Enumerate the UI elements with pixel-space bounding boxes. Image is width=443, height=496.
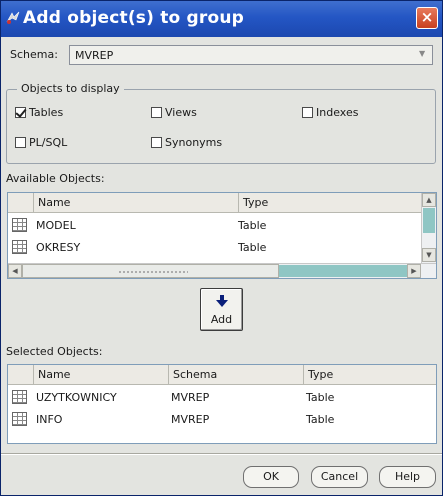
scroll-thumb[interactable] bbox=[423, 208, 435, 233]
divider-highlight bbox=[1, 454, 442, 455]
icon-column-header bbox=[8, 193, 34, 213]
help-button[interactable]: Help bbox=[379, 466, 436, 488]
row-name: INFO bbox=[36, 413, 63, 426]
checkbox-unchecked bbox=[15, 137, 26, 148]
column-header-type[interactable]: Type bbox=[304, 365, 436, 385]
scroll-track[interactable] bbox=[279, 265, 407, 277]
available-objects-table: Name Type MODEL Table OKRESY Table ▲ ▼ ◀… bbox=[7, 192, 437, 279]
schema-select[interactable]: MVREP ▼ bbox=[69, 45, 433, 65]
icon-column-header bbox=[8, 365, 34, 385]
indexes-checkbox[interactable]: Indexes bbox=[302, 106, 358, 119]
scroll-corner bbox=[421, 264, 435, 278]
cancel-button[interactable]: Cancel bbox=[311, 466, 368, 488]
add-button[interactable]: Add bbox=[200, 288, 243, 331]
objects-to-display-legend: Objects to display bbox=[17, 82, 124, 95]
arrow-down-icon bbox=[216, 295, 228, 307]
checkbox-label: Indexes bbox=[316, 106, 359, 119]
checkbox-unchecked bbox=[302, 107, 313, 118]
synonyms-checkbox[interactable]: Synonyms bbox=[151, 136, 222, 149]
column-header-name[interactable]: Name bbox=[34, 365, 169, 385]
vertical-scrollbar[interactable]: ▲ ▼ bbox=[421, 193, 436, 263]
schema-value: MVREP bbox=[75, 49, 114, 62]
row-type: Table bbox=[238, 241, 267, 254]
views-checkbox[interactable]: Views bbox=[151, 106, 197, 119]
dialog-window: Add object(s) to group × Schema: MVREP ▼… bbox=[0, 0, 443, 496]
table-icon bbox=[12, 218, 27, 232]
checkbox-label: Views bbox=[165, 106, 197, 119]
column-header-name[interactable]: Name bbox=[34, 193, 239, 213]
tables-checkbox[interactable]: Tables bbox=[15, 106, 63, 119]
chevron-down-icon: ▼ bbox=[419, 49, 426, 58]
row-name: MODEL bbox=[36, 219, 76, 232]
checkbox-label: PL/SQL bbox=[29, 136, 68, 149]
checkbox-unchecked bbox=[151, 137, 162, 148]
column-header-type[interactable]: Type bbox=[239, 193, 421, 213]
checkbox-label: Synonyms bbox=[165, 136, 223, 149]
row-type: Table bbox=[306, 413, 335, 426]
scroll-right-icon[interactable]: ▶ bbox=[407, 264, 421, 278]
app-icon bbox=[6, 11, 20, 24]
checkbox-unchecked bbox=[151, 107, 162, 118]
table-row[interactable]: UZYTKOWNICY MVREP Table bbox=[8, 387, 436, 409]
row-schema: MVREP bbox=[171, 413, 210, 426]
row-type: Table bbox=[306, 391, 335, 404]
table-header: Name Type bbox=[8, 193, 421, 213]
plsql-checkbox[interactable]: PL/SQL bbox=[15, 136, 67, 149]
ok-button[interactable]: OK bbox=[243, 466, 299, 488]
row-type: Table bbox=[238, 219, 267, 232]
objects-to-display-group: Objects to display bbox=[6, 82, 436, 164]
schema-label: Schema: bbox=[10, 48, 58, 61]
selected-objects-label: Selected Objects: bbox=[6, 345, 103, 358]
selected-objects-table: Name Schema Type UZYTKOWNICY MVREP Table… bbox=[7, 364, 437, 444]
scroll-down-icon[interactable]: ▼ bbox=[422, 248, 436, 262]
available-objects-label: Available Objects: bbox=[6, 172, 105, 185]
title-bar: Add object(s) to group × bbox=[1, 1, 442, 37]
horizontal-scrollbar[interactable]: ◀ ▶ bbox=[8, 263, 436, 278]
table-icon bbox=[12, 240, 27, 254]
table-header: Name Schema Type bbox=[8, 365, 436, 385]
table-icon bbox=[12, 412, 27, 426]
checkbox-label: Tables bbox=[29, 106, 64, 119]
row-name: OKRESY bbox=[36, 241, 81, 254]
row-schema: MVREP bbox=[171, 391, 210, 404]
table-row[interactable]: OKRESY Table bbox=[8, 237, 421, 259]
column-header-schema[interactable]: Schema bbox=[169, 365, 304, 385]
scroll-grip bbox=[118, 270, 188, 274]
table-row[interactable]: INFO MVREP Table bbox=[8, 409, 436, 431]
window-title: Add object(s) to group bbox=[23, 8, 245, 28]
add-button-label: Add bbox=[210, 313, 233, 326]
checkbox-checked bbox=[15, 107, 26, 118]
scroll-up-icon[interactable]: ▲ bbox=[422, 193, 436, 207]
table-row[interactable]: MODEL Table bbox=[8, 215, 421, 237]
close-button[interactable]: × bbox=[416, 7, 438, 29]
scroll-left-icon[interactable]: ◀ bbox=[8, 264, 22, 278]
scroll-thumb-horizontal[interactable] bbox=[22, 264, 279, 278]
row-name: UZYTKOWNICY bbox=[36, 391, 117, 404]
table-icon bbox=[12, 390, 27, 404]
